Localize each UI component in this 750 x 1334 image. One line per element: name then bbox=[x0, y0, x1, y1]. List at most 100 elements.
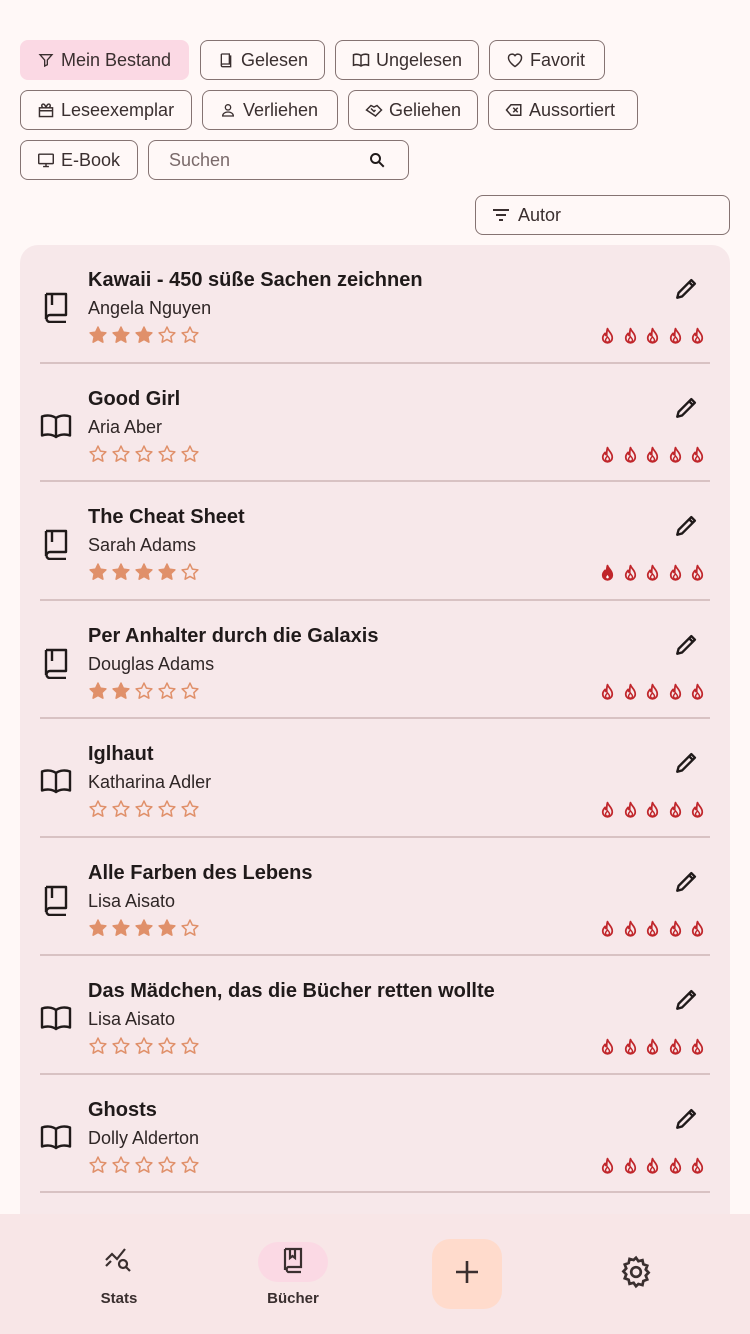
flame-empty-icon[interactable] bbox=[666, 1038, 685, 1057]
flame-empty-icon[interactable] bbox=[688, 1157, 707, 1176]
star-empty-icon[interactable] bbox=[157, 681, 177, 701]
rating-stars[interactable] bbox=[88, 1036, 200, 1056]
nav-books[interactable]: Bücher bbox=[253, 1242, 333, 1307]
edit-icon[interactable] bbox=[674, 868, 700, 894]
flame-empty-icon[interactable] bbox=[643, 683, 662, 702]
list-item[interactable]: Kawaii - 450 süße Sachen zeichnen Angela … bbox=[20, 245, 730, 364]
filter-chip-gelesen[interactable]: Gelesen bbox=[200, 40, 325, 80]
star-empty-icon[interactable] bbox=[134, 681, 154, 701]
flame-empty-icon[interactable] bbox=[666, 446, 685, 465]
star-filled-icon[interactable] bbox=[88, 325, 108, 345]
flame-empty-icon[interactable] bbox=[666, 564, 685, 583]
list-item[interactable]: Alle Farben des Lebens Lisa Aisato bbox=[20, 838, 730, 956]
edit-icon[interactable] bbox=[674, 394, 700, 420]
star-empty-icon[interactable] bbox=[111, 799, 131, 819]
flame-empty-icon[interactable] bbox=[598, 920, 617, 939]
rating-stars[interactable] bbox=[88, 918, 200, 938]
flame-empty-icon[interactable] bbox=[643, 564, 662, 583]
search-input[interactable]: Suchen bbox=[148, 140, 409, 180]
star-empty-icon[interactable] bbox=[180, 681, 200, 701]
star-empty-icon[interactable] bbox=[88, 1036, 108, 1056]
filter-chip-ebook[interactable]: E-Book bbox=[20, 140, 138, 180]
flame-empty-icon[interactable] bbox=[688, 564, 707, 583]
flame-empty-icon[interactable] bbox=[621, 801, 640, 820]
rating-stars[interactable] bbox=[88, 562, 200, 582]
star-filled-icon[interactable] bbox=[111, 681, 131, 701]
flame-empty-icon[interactable] bbox=[598, 801, 617, 820]
star-empty-icon[interactable] bbox=[180, 1036, 200, 1056]
star-empty-icon[interactable] bbox=[111, 444, 131, 464]
list-item[interactable]: Iglhaut Katharina Adler bbox=[20, 719, 730, 838]
flame-empty-icon[interactable] bbox=[621, 327, 640, 346]
list-item[interactable]: Per Anhalter durch die Galaxis Douglas Ad… bbox=[20, 601, 730, 719]
star-filled-icon[interactable] bbox=[88, 918, 108, 938]
star-empty-icon[interactable] bbox=[180, 1155, 200, 1175]
flame-empty-icon[interactable] bbox=[666, 683, 685, 702]
add-book-button[interactable] bbox=[432, 1239, 502, 1309]
settings-button[interactable] bbox=[616, 1254, 656, 1294]
book-list[interactable]: Kawaii - 450 süße Sachen zeichnen Angela … bbox=[20, 245, 730, 1245]
star-filled-icon[interactable] bbox=[134, 918, 154, 938]
edit-icon[interactable] bbox=[674, 1105, 700, 1131]
spice-rating[interactable] bbox=[598, 920, 707, 939]
rating-stars[interactable] bbox=[88, 799, 200, 819]
star-filled-icon[interactable] bbox=[111, 325, 131, 345]
star-empty-icon[interactable] bbox=[157, 1036, 177, 1056]
edit-icon[interactable] bbox=[674, 631, 700, 657]
star-filled-icon[interactable] bbox=[134, 562, 154, 582]
flame-empty-icon[interactable] bbox=[621, 1157, 640, 1176]
spice-rating[interactable] bbox=[598, 683, 707, 702]
flame-empty-icon[interactable] bbox=[643, 327, 662, 346]
filter-chip-leseexemplar[interactable]: Leseexemplar bbox=[20, 90, 192, 130]
spice-rating[interactable] bbox=[598, 1038, 707, 1057]
spice-rating[interactable] bbox=[598, 801, 707, 820]
flame-empty-icon[interactable] bbox=[688, 920, 707, 939]
filter-chip-verliehen[interactable]: Verliehen bbox=[202, 90, 338, 130]
flame-empty-icon[interactable] bbox=[621, 1038, 640, 1057]
star-empty-icon[interactable] bbox=[134, 799, 154, 819]
rating-stars[interactable] bbox=[88, 1155, 200, 1175]
star-filled-icon[interactable] bbox=[134, 325, 154, 345]
flame-empty-icon[interactable] bbox=[643, 1038, 662, 1057]
star-empty-icon[interactable] bbox=[180, 325, 200, 345]
filter-chip-mein-bestand[interactable]: Mein Bestand bbox=[20, 40, 189, 80]
filter-chip-geliehen[interactable]: Geliehen bbox=[348, 90, 478, 130]
star-empty-icon[interactable] bbox=[157, 444, 177, 464]
filter-chip-favorit[interactable]: Favorit bbox=[489, 40, 605, 80]
edit-icon[interactable] bbox=[674, 986, 700, 1012]
flame-empty-icon[interactable] bbox=[643, 446, 662, 465]
star-empty-icon[interactable] bbox=[180, 444, 200, 464]
rating-stars[interactable] bbox=[88, 325, 200, 345]
edit-icon[interactable] bbox=[674, 749, 700, 775]
star-empty-icon[interactable] bbox=[111, 1036, 131, 1056]
flame-empty-icon[interactable] bbox=[621, 446, 640, 465]
flame-empty-icon[interactable] bbox=[621, 683, 640, 702]
star-empty-icon[interactable] bbox=[88, 799, 108, 819]
flame-empty-icon[interactable] bbox=[688, 683, 707, 702]
spice-rating[interactable] bbox=[598, 564, 707, 583]
star-filled-icon[interactable] bbox=[157, 562, 177, 582]
flame-empty-icon[interactable] bbox=[688, 1038, 707, 1057]
star-empty-icon[interactable] bbox=[157, 799, 177, 819]
flame-empty-icon[interactable] bbox=[598, 1038, 617, 1057]
star-empty-icon[interactable] bbox=[134, 1036, 154, 1056]
spice-rating[interactable] bbox=[598, 327, 707, 346]
sort-button[interactable]: Autor bbox=[475, 195, 730, 235]
filter-chip-aussortiert[interactable]: Aussortiert bbox=[488, 90, 638, 130]
list-item[interactable]: Good Girl Aria Aber bbox=[20, 364, 730, 482]
filter-chip-ungelesen[interactable]: Ungelesen bbox=[335, 40, 479, 80]
rating-stars[interactable] bbox=[88, 444, 200, 464]
star-empty-icon[interactable] bbox=[111, 1155, 131, 1175]
edit-icon[interactable] bbox=[674, 512, 700, 538]
list-item[interactable]: The Cheat Sheet Sarah Adams bbox=[20, 482, 730, 601]
flame-empty-icon[interactable] bbox=[688, 446, 707, 465]
flame-empty-icon[interactable] bbox=[598, 327, 617, 346]
star-filled-icon[interactable] bbox=[88, 562, 108, 582]
edit-icon[interactable] bbox=[674, 275, 700, 301]
spice-rating[interactable] bbox=[598, 446, 707, 465]
flame-empty-icon[interactable] bbox=[643, 920, 662, 939]
list-item[interactable]: Das Mädchen, das die Bücher retten wollt… bbox=[20, 956, 730, 1075]
list-item[interactable]: Ghosts Dolly Alderton bbox=[20, 1075, 730, 1193]
flame-empty-icon[interactable] bbox=[666, 920, 685, 939]
rating-stars[interactable] bbox=[88, 681, 200, 701]
